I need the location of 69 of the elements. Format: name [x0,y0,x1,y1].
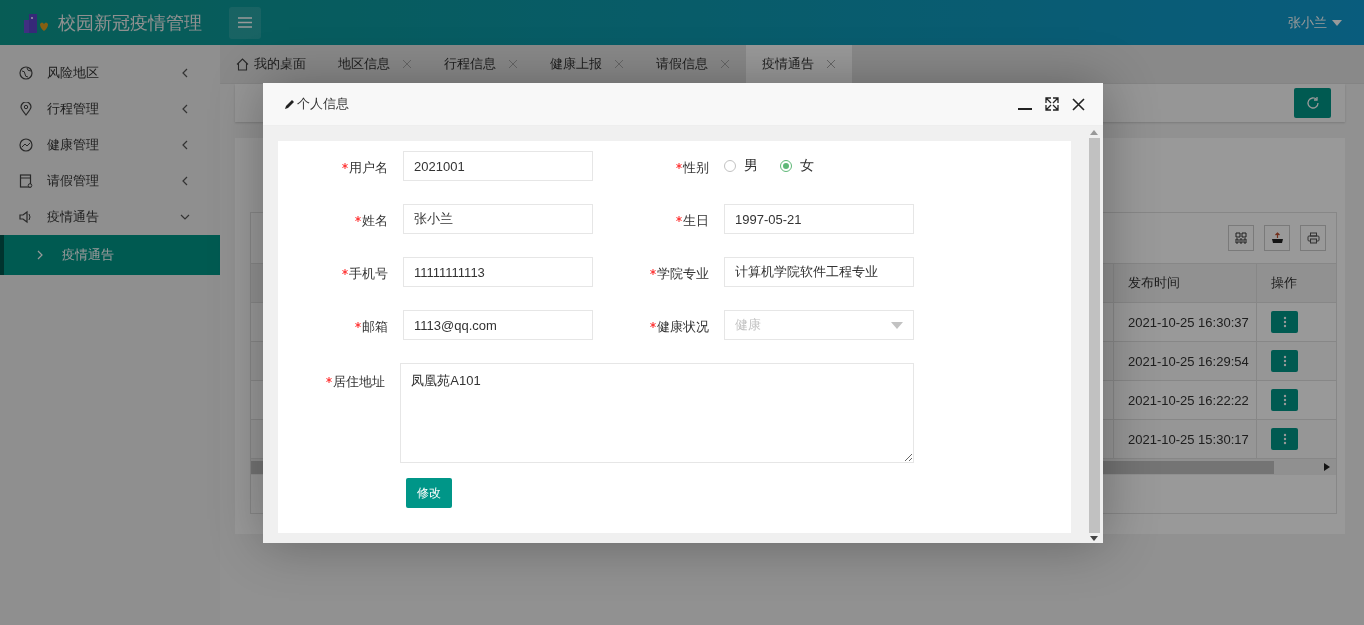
print-icon [1306,232,1320,244]
vertical-scrollbar[interactable] [1088,130,1100,541]
input-field[interactable]: 2021001 [403,151,593,181]
more-button[interactable] [1271,311,1298,333]
refresh-button[interactable] [1294,88,1331,118]
more-icon [1282,394,1287,406]
menu-icon [238,17,252,28]
field-label: 健康状况 [657,319,709,334]
sidebar-item[interactable]: 疫情通告 [0,199,220,235]
logo-icon [22,11,48,34]
field-label: 生日 [683,213,709,228]
grid-icon [1235,232,1247,244]
field-label: 性别 [683,160,709,175]
more-icon [1282,316,1287,328]
input-field[interactable]: 11111111113 [403,257,593,287]
caret-icon [1332,19,1342,26]
globe-icon [19,66,33,80]
submit-button[interactable]: 修改 [406,478,452,508]
export-icon [1270,232,1284,244]
table-cell: 2021-10-25 16:29:54 [1113,342,1256,380]
user-menu[interactable]: 张小兰 [1288,13,1327,32]
sidebar-item[interactable]: 行程管理 [0,91,220,127]
sidebar-subitem[interactable]: 疫情通告 [0,235,220,275]
sidebar-item[interactable]: 健康管理 [0,127,220,163]
refresh-icon [1305,96,1320,110]
sidebar-item[interactable]: 请假管理 [0,163,220,199]
field-label: 用户名 [349,160,388,175]
app-title: 校园新冠疫情管理 [58,11,202,35]
more-button[interactable] [1271,350,1298,372]
scroll-down-icon[interactable] [1090,536,1098,541]
input-field[interactable]: 计算机学院软件工程专业 [724,257,914,287]
home-icon [236,57,249,71]
table-cell: 2021-10-25 16:30:37 [1113,303,1256,341]
radio-option[interactable]: 女 [780,157,814,175]
input-field[interactable]: 张小兰 [403,204,593,234]
more-button[interactable] [1271,389,1298,411]
radio-option[interactable]: 男 [724,157,758,175]
table-cell: 2021-10-25 16:22:22 [1113,381,1256,419]
field-label: 居住地址 [333,374,386,389]
columns-button[interactable] [1228,225,1254,251]
form-icon [19,174,33,188]
column-header: 操作 [1256,264,1336,302]
caret-icon [891,321,903,329]
dialog-title: 个人信息 [285,95,349,113]
input-field[interactable]: 1113@qq.com [403,310,593,340]
export-button[interactable] [1264,225,1290,251]
print-button[interactable] [1300,225,1326,251]
chart-icon [19,138,33,152]
more-button[interactable] [1271,428,1298,450]
tab[interactable]: 疫情通告 [746,45,852,83]
sidebar-item[interactable]: 风险地区 [0,55,220,91]
pin-icon [19,102,33,116]
column-header: 发布时间 [1113,264,1256,302]
input-field[interactable]: 1997-05-21 [724,204,914,234]
field-label: 邮箱 [362,319,388,334]
pencil-icon [285,99,295,109]
scroll-up-icon[interactable] [1090,130,1098,135]
address-field[interactable]: 凤凰苑A101 [400,363,914,463]
close-icon[interactable] [1072,97,1085,111]
table-cell: 2021-10-25 15:30:17 [1113,420,1256,458]
maximize-icon[interactable] [1045,97,1059,111]
field-label: 姓名 [362,213,388,228]
more-icon [1282,433,1287,445]
more-icon [1282,355,1287,367]
scroll-right-icon[interactable] [1324,463,1330,471]
field-label: 学院专业 [657,266,709,281]
field-label: 手机号 [349,266,388,281]
chevron-right-icon [36,250,44,260]
speaker-icon [19,210,33,224]
